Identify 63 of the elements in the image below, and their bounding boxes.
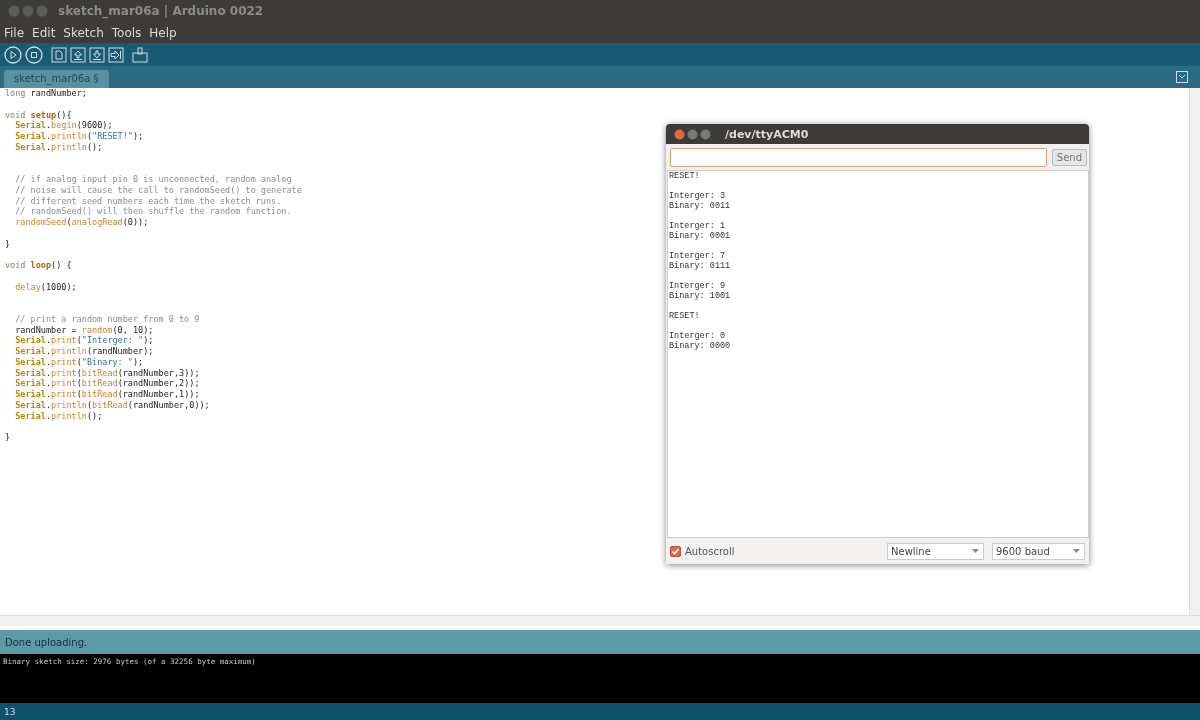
code-line: Serial.println(bitRead(randNumber,0)); — [14, 399, 210, 411]
send-button[interactable]: Send — [1051, 149, 1087, 166]
stop-icon[interactable] — [25, 45, 43, 64]
code-line: void setup(){ — [5, 109, 72, 121]
play-icon[interactable] — [4, 45, 22, 64]
output-line: Binary: 0111 — [669, 261, 731, 271]
output-line: Binary: 0000 — [669, 341, 731, 351]
code-line: } — [5, 432, 11, 443]
line-ending-dropdown[interactable]: Newline — [887, 542, 984, 560]
menu-item[interactable]: Tools — [111, 25, 142, 40]
code-line: Serial.println("RESET!"); — [14, 131, 144, 142]
baud-dropdown[interactable]: 9600 baud — [992, 542, 1085, 560]
output-line: Interger: 7 — [669, 251, 726, 261]
output-line: RESET! — [669, 171, 700, 181]
caret-icon — [972, 548, 979, 554]
code-line: Serial.println(randNumber); — [14, 346, 154, 357]
code-line: void loop() { — [5, 260, 72, 271]
output-line: Interger: 9 — [669, 281, 726, 291]
close-icon[interactable] — [674, 128, 685, 140]
checkbox[interactable] — [670, 545, 681, 557]
output-line: Interger: 3 — [669, 191, 726, 201]
code-line: Serial.print(bitRead(randNumber,2)); — [14, 378, 200, 389]
code-line: // print a random number from 0 to 9 — [14, 313, 200, 325]
code-line: Serial.begin(9600); — [14, 120, 113, 131]
vertical-scrollbar[interactable] — [1189, 88, 1200, 615]
code-line: delay(1000); — [14, 281, 77, 293]
menu-item[interactable]: Sketch — [63, 25, 104, 40]
caret-icon — [1073, 548, 1080, 554]
output-line: Binary: 0001 — [669, 231, 731, 241]
horizontal-scrollbar[interactable] — [0, 615, 1200, 626]
code-line: // randomSeed() will then shuffle the random function. — [14, 206, 292, 217]
output-line: Interger: 0 — [669, 331, 726, 341]
code-line: randomSeed(analogRead(0)); — [14, 217, 149, 228]
code-line: Serial.println(); — [14, 141, 103, 153]
code-line: // different seed numbers each time the sketch runs. — [14, 195, 282, 207]
new-file-icon[interactable] — [51, 46, 67, 63]
output-line: Interger: 1 — [669, 221, 726, 231]
output-line: RESET! — [669, 311, 700, 321]
window-title: /dev/ttyACM0 — [725, 127, 809, 141]
code-line: // noise will cause the call to randomSeed() to generate — [14, 184, 302, 196]
code-line: Serial.print(bitRead(randNumber,3)); — [14, 367, 200, 378]
code-line: Serial.print("Interger: "); — [14, 335, 154, 346]
monitor-icon[interactable] — [132, 46, 148, 63]
code-line: Serial.println(); — [14, 410, 103, 422]
code-line: // if analog input pin 0 is unconnected, random analog — [14, 174, 292, 185]
code-line: Serial.print(bitRead(randNumber,1)); — [14, 389, 200, 400]
minimize-icon[interactable] — [687, 128, 698, 140]
maximize-icon[interactable] — [700, 128, 711, 140]
code-line: long randNumber; — [5, 88, 87, 99]
code-line: } — [5, 238, 11, 250]
menu-item[interactable]: Help — [149, 25, 177, 40]
window-title: sketch_mar06a | Arduino 0022 — [58, 4, 264, 18]
status-message: Done uploading. — [5, 636, 88, 648]
menu-item[interactable]: Edit — [32, 25, 56, 40]
tab-menu-icon[interactable] — [1176, 71, 1188, 83]
output-line: Binary: 0011 — [669, 201, 731, 211]
code-line: randNumber = random(0, 10); — [14, 324, 154, 335]
input-field[interactable] — [670, 148, 1047, 167]
code-line: Serial.print("Binary: "); — [14, 356, 144, 368]
menu-item[interactable]: File — [4, 25, 25, 40]
checkbox-label[interactable]: Autoscroll — [685, 545, 735, 557]
line-number: 13 — [4, 706, 16, 717]
output-line: Binary: 1001 — [669, 291, 731, 301]
